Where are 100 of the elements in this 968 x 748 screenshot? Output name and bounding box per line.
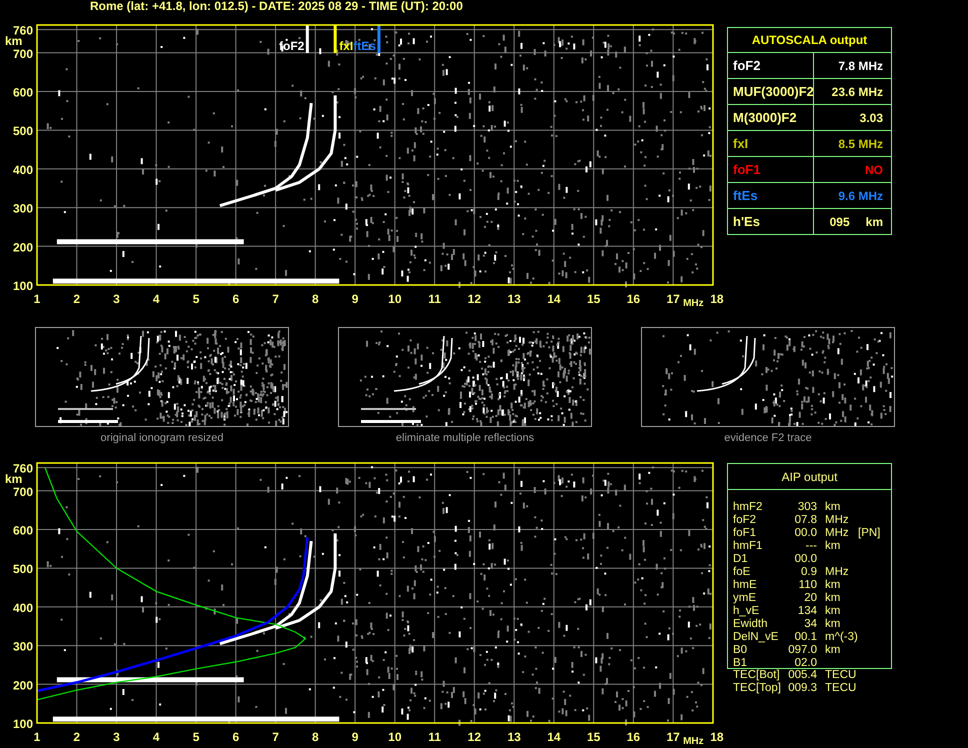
axis-tick-label: 6 — [232, 292, 240, 306]
axis-tick-label: 300 — [12, 202, 33, 216]
parameter-value: 3.03 — [813, 105, 891, 130]
axis-tick-label: 8 — [312, 292, 319, 306]
parameter-value: 00.1 — [794, 631, 818, 644]
parameter-name: ftEs — [733, 188, 758, 202]
parameter-name: B0 — [733, 644, 748, 657]
axis-tick-label: 11 — [428, 730, 441, 744]
axis-tick-label: 7 — [272, 730, 279, 744]
parameter-value: 23.6 MHz — [813, 79, 891, 104]
axis-tick-label: 9 — [352, 292, 358, 306]
parameter-value: 02.0 — [794, 657, 818, 670]
axis-tick-label: 11 — [428, 292, 441, 306]
parameter-value: 8.5 MHz — [813, 131, 891, 156]
parameter-value: 134 — [796, 605, 818, 618]
parameter-value: 00.0 — [794, 527, 818, 540]
axis-tick-label: 13 — [507, 730, 521, 744]
parameter-unit: km — [825, 579, 842, 592]
parameter-value: 00.0 — [794, 553, 818, 566]
parameter-value: 20 — [803, 592, 818, 605]
axis-tick-label: 6 — [232, 730, 240, 744]
axis-tick-label: 10 — [388, 292, 402, 306]
parameter-name: foF1 — [733, 162, 760, 176]
thumbnail-caption: original ionogram resized — [100, 432, 224, 444]
parameter-name: TEC[Top] — [733, 682, 782, 695]
ionogram-title: Rome (lat: +41.8, lon: 012.5) - DATE: 2025 08 29 - TIME (UT): 20:00 — [89, 0, 464, 15]
thumbnail-caption: evidence F2 trace — [724, 432, 812, 444]
parameter-name: D1 — [733, 553, 749, 566]
parameter-unit: km — [825, 540, 842, 553]
parameter-value: --- — [804, 540, 818, 553]
axis-tick-label: 2 — [73, 292, 80, 306]
axis-tick-label: 18 — [710, 292, 724, 306]
parameter-value: 009.3 — [787, 682, 818, 695]
marker-line — [334, 25, 337, 53]
axis-tick-label: 2 — [73, 730, 80, 744]
parameter-name: h_vE — [733, 605, 760, 618]
axis-tick-label: 500 — [12, 124, 33, 138]
marker-label: fxI — [339, 39, 354, 53]
marker-line — [306, 25, 309, 53]
axis-tick-label: 16 — [626, 292, 640, 306]
parameter-name: foF2 — [733, 58, 760, 72]
parameter-name: DelN_vE — [733, 631, 780, 644]
parameter-unit: km — [825, 592, 842, 605]
axis-tick-label: 15 — [586, 730, 600, 744]
axis-tick-label: 400 — [12, 600, 33, 615]
axis-tick-label: 4 — [152, 730, 160, 744]
parameter-unit: MHz — [825, 527, 850, 540]
parameter-unit: MHz — [825, 566, 850, 579]
parameter-value: 005.4 — [787, 669, 818, 682]
axis-tick-label: 15 — [586, 292, 600, 306]
parameter-name: ymE — [733, 592, 757, 605]
axis-tick-label: 700 — [12, 46, 33, 61]
parameter-value: 095 km — [813, 209, 891, 234]
axis-tick-label: 7 — [272, 292, 279, 306]
axis-tick-label: 200 — [12, 678, 33, 692]
axis-tick-label: 17 — [666, 292, 680, 306]
panel-title: AIP output — [728, 464, 891, 490]
parameter-unit: km — [825, 644, 842, 657]
parameter-value: 097.0 — [787, 644, 818, 657]
axis-tick-label: 100 — [12, 717, 33, 731]
parameter-value: 9.6 MHz — [813, 183, 891, 208]
parameter-unit: km — [825, 501, 842, 514]
axis-tick-label: 12 — [468, 730, 482, 744]
axis-tick-label: 17 — [666, 730, 680, 744]
axis-tick-label: 13 — [507, 292, 521, 306]
axis-tick-label: 5 — [192, 292, 200, 306]
marker-label: foF2 — [279, 39, 304, 53]
parameter-name: B1 — [733, 657, 748, 670]
parameter-value: 0.9 — [800, 566, 818, 579]
axis-tick-label: 100 — [12, 279, 33, 293]
parameter-value: 303 — [796, 501, 818, 514]
axis-tick-label: 200 — [12, 240, 33, 254]
parameter-name: hmF1 — [733, 540, 764, 553]
axis-tick-label: 500 — [12, 562, 33, 576]
parameter-name: M(3000)F2 — [733, 110, 797, 124]
parameter-unit: m^(-3) — [825, 631, 858, 644]
axis-tick-label: 1 — [34, 730, 40, 744]
parameter-unit: km — [825, 605, 842, 618]
parameter-unit: TECU — [825, 682, 858, 695]
axis-tick-label: 8 — [312, 730, 319, 744]
parameter-name: hmF2 — [733, 501, 764, 514]
axis-tick-label: 10 — [388, 730, 402, 744]
axis-tick-label: 700 — [12, 484, 33, 499]
axis-title: MHz — [683, 736, 704, 747]
axis-tick-label: 600 — [12, 86, 33, 100]
parameter-value: 34 — [803, 618, 818, 631]
parameter-value: NO — [813, 157, 891, 182]
axis-tick-label: 16 — [626, 730, 640, 744]
axis-tick-label: 600 — [12, 524, 33, 538]
parameter-name: foE — [733, 566, 752, 579]
parameter-name: foF1 — [733, 527, 758, 540]
axis-title: MHz — [683, 298, 704, 309]
parameter-unit: TECU — [825, 669, 858, 682]
axis-tick-label: 9 — [352, 730, 358, 744]
thumbnail-caption: eliminate multiple reflections — [396, 432, 534, 444]
parameter-name: hmE — [733, 579, 758, 592]
parameter-value: 110 — [798, 579, 818, 592]
axis-tick-label: 4 — [152, 292, 160, 306]
axis-tick-label: 5 — [192, 730, 200, 744]
marker-line — [377, 25, 380, 53]
